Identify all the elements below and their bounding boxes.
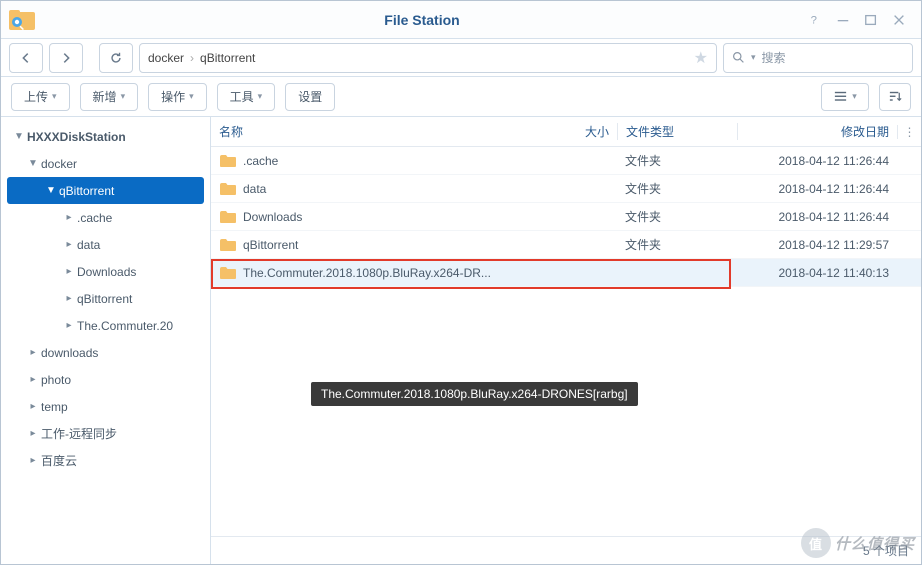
file-date: 2018-04-12 11:26:44 [737,154,897,168]
tree-item[interactable]: ▸qBittorrent [1,285,210,312]
status-bar: 5 个项目 [211,536,921,564]
toolbar: 上传▾ 新增▾ 操作▾ 工具▾ 设置 ▾ [1,77,921,117]
upload-button[interactable]: 上传▾ [11,83,70,111]
file-row[interactable]: The.Commuter.2018.1080p.BluRay.x264-DR..… [211,259,921,287]
file-name: Downloads [243,210,557,224]
file-station-window: File Station ? docker › qBittorrent ★ ▾ … [0,0,922,565]
file-row[interactable]: .cache 文件夹2018-04-12 11:26:44 [211,147,921,175]
body: ▼HXXXDiskStation ▼docker▼qBittorrent▸.ca… [1,117,921,564]
tree-item[interactable]: ▸Downloads [1,258,210,285]
file-name: .cache [243,154,557,168]
file-row[interactable]: Downloads 文件夹2018-04-12 11:26:44 [211,203,921,231]
file-type: 文件夹 [617,236,737,253]
file-row[interactable]: data 文件夹2018-04-12 11:26:44 [211,175,921,203]
tree-item[interactable]: ▸The.Commuter.20 [1,312,210,339]
breadcrumb-item[interactable]: qBittorrent [200,51,255,65]
sort-icon [888,89,903,104]
file-type: 文件夹 [617,208,737,225]
file-name: The.Commuter.2018.1080p.BluRay.x264-DR..… [243,266,557,280]
minimize-button[interactable] [829,7,857,33]
svg-text:?: ? [811,14,817,26]
window-title: File Station [43,12,801,28]
tools-button[interactable]: 工具▾ [217,83,276,111]
tree-item[interactable]: ▸temp [1,393,210,420]
file-date: 2018-04-12 11:40:13 [737,266,897,280]
tree-item[interactable]: ▸工作-远程同步 [1,420,210,447]
list-view-icon [833,89,848,104]
folder-tree: ▼HXXXDiskStation ▼docker▼qBittorrent▸.ca… [1,117,211,564]
breadcrumb-separator: › [190,51,194,65]
col-type[interactable]: 文件类型 [617,123,737,140]
back-button[interactable] [9,43,43,73]
search-placeholder: 搜索 [762,49,786,66]
search-input[interactable]: ▾ 搜索 [723,43,913,73]
forward-button[interactable] [49,43,83,73]
col-size[interactable]: 大小 [557,123,617,140]
file-date: 2018-04-12 11:26:44 [737,182,897,196]
file-type: 文件夹 [617,152,737,169]
file-date: 2018-04-12 11:29:57 [737,238,897,252]
maximize-button[interactable] [857,7,885,33]
file-type: 文件夹 [617,180,737,197]
favorite-icon[interactable]: ★ [694,48,708,68]
tree-item[interactable]: ▸.cache [1,204,210,231]
tree-item[interactable]: ▼docker [1,150,210,177]
breadcrumb-item[interactable]: docker [148,51,184,65]
col-date[interactable]: 修改日期 [737,123,897,140]
file-row[interactable]: qBittorrent 文件夹2018-04-12 11:29:57 [211,231,921,259]
tree-item[interactable]: ▸downloads [1,339,210,366]
tree-item[interactable]: ▸photo [1,366,210,393]
file-date: 2018-04-12 11:26:44 [737,210,897,224]
col-more-icon[interactable]: ⋮ [897,125,921,139]
new-button[interactable]: 新增▾ [80,83,139,111]
title-bar: File Station ? [1,1,921,39]
view-mode-button[interactable]: ▾ [821,83,869,111]
tree-item[interactable]: ▸百度云 [1,447,210,474]
close-button[interactable] [885,7,913,33]
breadcrumb[interactable]: docker › qBittorrent ★ [139,43,717,73]
column-headers: 名称 大小 文件类型 修改日期 ⋮ [211,117,921,147]
tree-item[interactable]: ▸data [1,231,210,258]
file-name: data [243,182,557,196]
tree-root[interactable]: ▼HXXXDiskStation [1,123,210,150]
nav-bar: docker › qBittorrent ★ ▾ 搜索 [1,39,921,77]
tree-item[interactable]: ▼qBittorrent [7,177,204,204]
col-name[interactable]: 名称 [219,123,557,140]
help-button[interactable]: ? [801,7,829,33]
search-chevron-icon: ▾ [751,52,756,63]
file-name: qBittorrent [243,238,557,252]
item-count: 5 个项目 [863,542,909,559]
app-icon [9,9,35,31]
action-button[interactable]: 操作▾ [148,83,207,111]
settings-button[interactable]: 设置 [285,83,335,111]
sort-button[interactable] [879,83,911,111]
refresh-button[interactable] [99,43,133,73]
file-list: 名称 大小 文件类型 修改日期 ⋮ .cache文件夹2018-04-12 11… [211,117,921,564]
search-icon [732,51,745,64]
